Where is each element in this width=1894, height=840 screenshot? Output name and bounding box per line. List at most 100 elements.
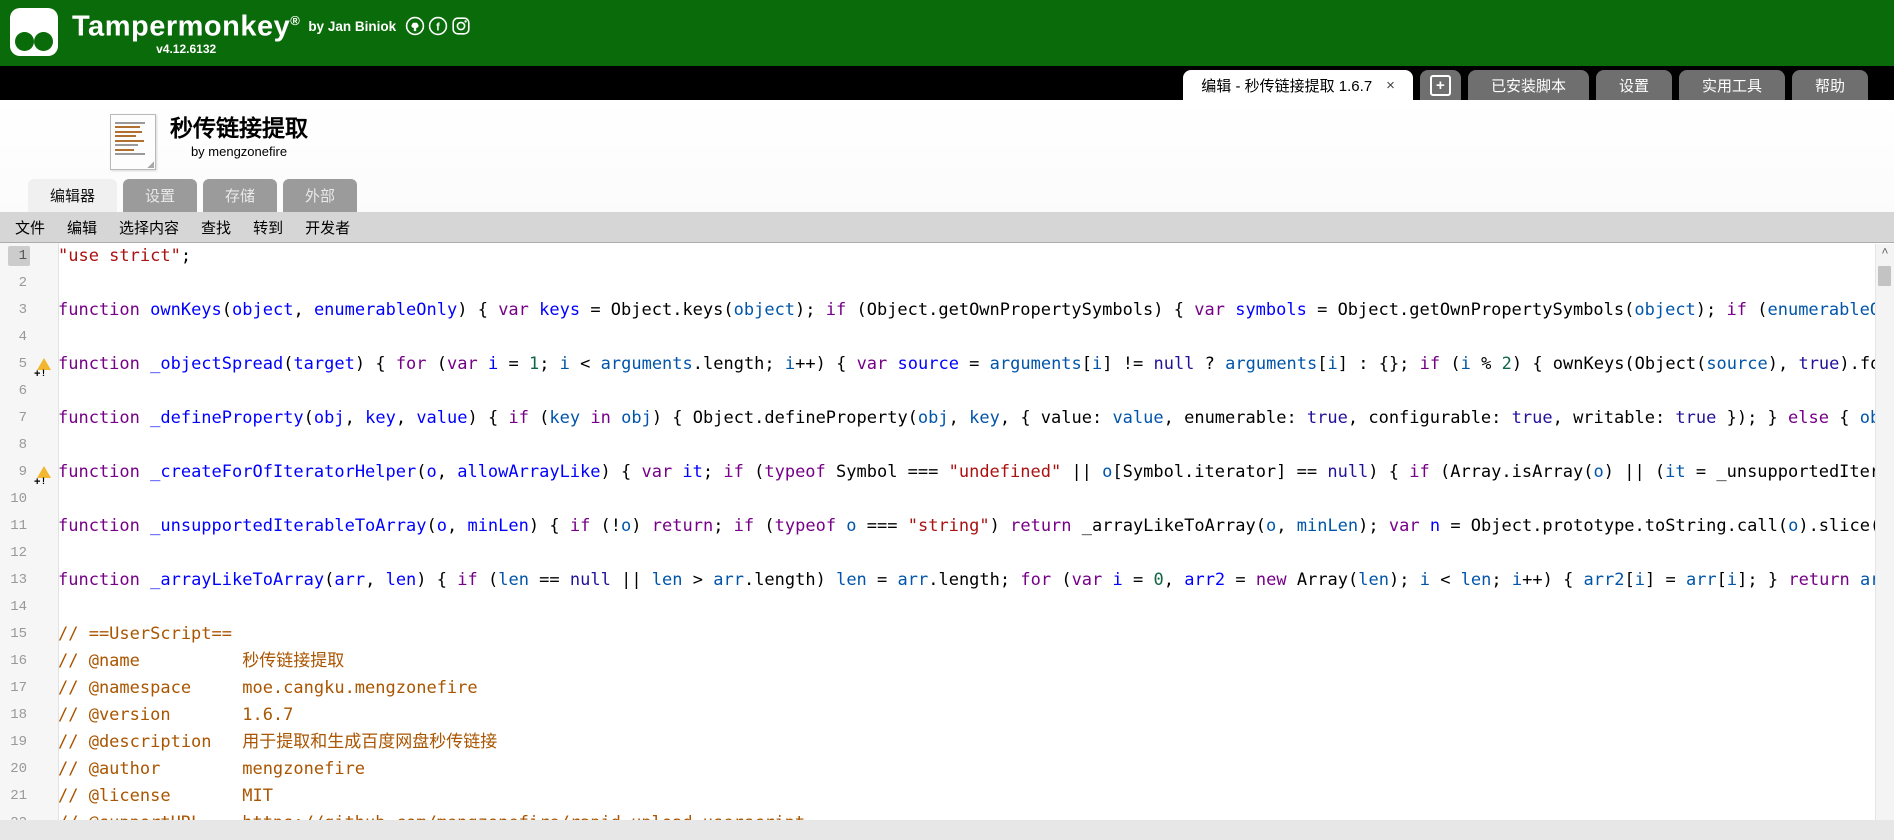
main-tab-1[interactable]: 设置 [1596, 70, 1672, 100]
code-token: // @license MIT [58, 786, 273, 806]
code-token: 1 [529, 354, 539, 374]
main-tab-3[interactable]: 帮助 [1792, 70, 1868, 100]
code-token: // @namespace moe.cangku.mengzonefire [58, 678, 478, 698]
line-number-cell: 9 [0, 459, 34, 486]
line-number: 10 [7, 489, 30, 509]
line-number: 15 [7, 624, 30, 644]
code-token: var [1072, 570, 1113, 590]
app-version: v4.12.6132 [156, 42, 216, 56]
code-token: { [1839, 408, 1859, 428]
code-row: 17// @namespace moe.cangku.mengzonefire [0, 675, 1894, 702]
code-token: = _unsupportedIterableToArray( [1686, 462, 1894, 482]
code-token: object [1634, 300, 1695, 320]
menu-item-4[interactable]: 转到 [242, 217, 294, 238]
new-tab-button[interactable]: + [1420, 70, 1461, 100]
code-token: minLen [467, 516, 528, 536]
code-token: = [498, 354, 529, 374]
code-token: = Object.keys( [580, 300, 734, 320]
code-line[interactable] [58, 540, 1894, 567]
code-editor[interactable]: 1"use strict";23function ownKeys(object,… [0, 242, 1894, 820]
scrollbar-thumb[interactable] [1878, 266, 1891, 286]
code-line[interactable]: function ownKeys(object, enumerableOnly)… [58, 297, 1894, 324]
code-line[interactable]: // @author mengzonefire [58, 756, 1894, 783]
code-token: arr [713, 570, 744, 590]
line-number-cell: 22 [0, 810, 34, 820]
code-line[interactable] [58, 378, 1894, 405]
main-tab-0[interactable]: 已安装脚本 [1468, 70, 1589, 100]
close-tab-icon[interactable]: × [1386, 78, 1395, 93]
menu-item-2[interactable]: 选择内容 [108, 217, 190, 238]
menu-item-0[interactable]: 文件 [4, 217, 56, 238]
menu-item-3[interactable]: 查找 [190, 217, 242, 238]
menu-item-1[interactable]: 编辑 [56, 217, 108, 238]
code-line[interactable]: // @name 秒传链接提取 [58, 648, 1894, 675]
header-links: by Jan Biniok f [308, 16, 471, 36]
code-line[interactable]: "use strict"; [58, 243, 1894, 270]
code-token: ), [1768, 354, 1799, 374]
editor-scrollbar[interactable]: ^ [1875, 244, 1894, 820]
code-line[interactable]: // @version 1.6.7 [58, 702, 1894, 729]
code-token: [Symbol.iterator] == [1112, 462, 1327, 482]
code-line[interactable]: // @description 用于提取和生成百度网盘秒传链接 [58, 729, 1894, 756]
menu-item-5[interactable]: 开发者 [294, 217, 361, 238]
code-token: ) [990, 516, 1010, 536]
author-byline: by Jan Biniok [308, 19, 396, 34]
code-token: ); [1358, 516, 1389, 536]
code-token: [ [1317, 354, 1327, 374]
code-token: , [447, 516, 467, 536]
tab-edit-script-active[interactable]: 编辑 - 秒传链接提取 1.6.7 × [1183, 70, 1413, 100]
main-tabs-group: 已安装脚本设置实用工具帮助 [1461, 70, 1868, 100]
code-line[interactable] [58, 594, 1894, 621]
code-line[interactable] [58, 486, 1894, 513]
code-line[interactable]: // @license MIT [58, 783, 1894, 810]
instagram-icon[interactable] [451, 16, 471, 36]
line-number: 2 [8, 273, 30, 293]
code-token: typeof [764, 462, 836, 482]
code-line[interactable]: function _createForOfIteratorHelper(o, a… [58, 459, 1894, 486]
code-line[interactable]: function _unsupportedIterableToArray(o, … [58, 513, 1894, 540]
code-token: key [549, 408, 580, 428]
code-token: n [1430, 516, 1440, 536]
line-number: 1 [8, 246, 30, 266]
code-line[interactable]: // @supportURL https://github.com/mengzo… [58, 810, 1894, 820]
code-token: arr [334, 570, 365, 590]
logo-eye-left [15, 32, 34, 51]
code-token: , { value: [1000, 408, 1113, 428]
tampermonkey-logo [10, 8, 58, 56]
code-token: 0 [1153, 570, 1163, 590]
code-line[interactable]: // @namespace moe.cangku.mengzonefire [58, 675, 1894, 702]
code-token: || [611, 570, 652, 590]
script-source-icon [110, 114, 156, 170]
code-line[interactable]: function _defineProperty(obj, key, value… [58, 405, 1894, 432]
code-line[interactable] [58, 270, 1894, 297]
code-line[interactable]: // ==UserScript== [58, 621, 1894, 648]
code-token: var [1194, 300, 1235, 320]
gutter-marker-cell [34, 243, 58, 270]
code-line[interactable] [58, 432, 1894, 459]
scroll-up-arrow[interactable]: ^ [1876, 244, 1894, 262]
code-token: ; [1491, 570, 1511, 590]
code-line[interactable] [58, 324, 1894, 351]
code-token: obj [314, 408, 345, 428]
editor-subtab-0[interactable]: 编辑器 [28, 179, 117, 212]
code-token: ; [181, 246, 191, 266]
editor-subtab-1[interactable]: 设置 [123, 179, 197, 212]
code-token: = Object.prototype.toString.call( [1440, 516, 1788, 536]
code-token: === [857, 516, 908, 536]
facebook-icon[interactable]: f [428, 16, 448, 36]
code-row: 19 // @description 用于提取和生成百度网盘秒传链接 [0, 729, 1894, 756]
code-token: ownKeys [150, 300, 222, 320]
code-token: , [365, 570, 385, 590]
code-token: = [1123, 570, 1154, 590]
line-number: 19 [7, 732, 30, 752]
github-icon[interactable] [405, 16, 425, 36]
main-tab-2[interactable]: 实用工具 [1679, 70, 1785, 100]
code-token: var [447, 354, 488, 374]
code-token: ; [539, 354, 559, 374]
code-line[interactable]: function _arrayLikeToArray(arr, len) { i… [58, 567, 1894, 594]
code-token: ] = [1645, 570, 1686, 590]
code-token: , [949, 408, 969, 428]
code-line[interactable]: function _objectSpread(target) { for (va… [58, 351, 1894, 378]
editor-subtab-2[interactable]: 存储 [203, 179, 277, 212]
editor-subtab-3[interactable]: 外部 [283, 179, 357, 212]
